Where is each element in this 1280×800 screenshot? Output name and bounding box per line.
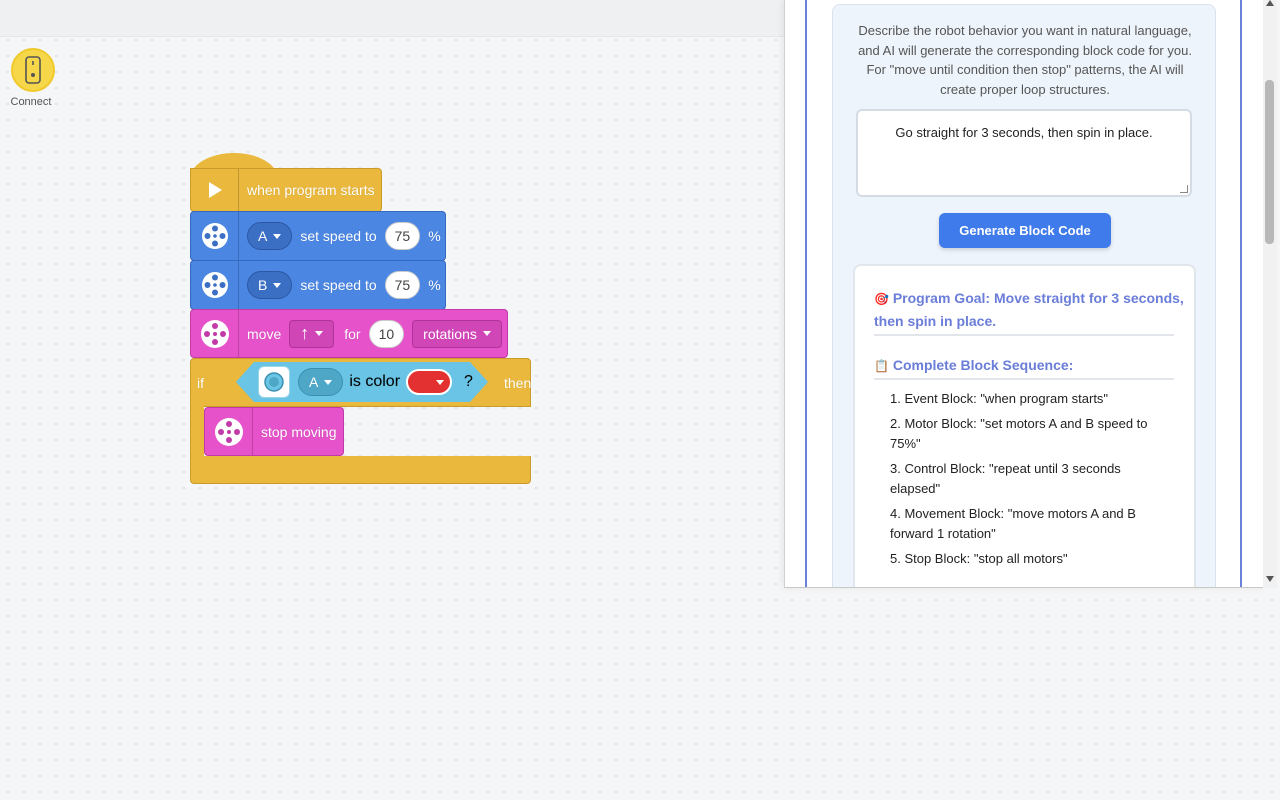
sequence-title: Complete Block Sequence:	[892, 357, 1074, 373]
arrow-up-icon: ↑	[300, 323, 310, 343]
motor-port-dropdown[interactable]: B	[247, 271, 293, 299]
chevron-down-icon	[273, 282, 282, 288]
behavior-prompt-input[interactable]: Go straight for 3 seconds, then spin in …	[856, 109, 1192, 197]
chevron-down-icon	[315, 331, 324, 336]
stop-moving-label: stop moving	[261, 423, 337, 440]
divider	[874, 334, 1174, 336]
chevron-down-icon	[482, 331, 491, 336]
unit-value: rotations	[423, 325, 477, 342]
chevron-down-icon	[273, 233, 282, 239]
scrollbar-thumb[interactable]	[1265, 80, 1274, 244]
motor-speed-block-a[interactable]: A set speed to 75 %	[190, 211, 446, 261]
chevron-down-icon	[324, 380, 332, 385]
list-item: 2. Motor Block: "set motors A and B spee…	[890, 415, 1148, 452]
move-block[interactable]: move ↑ for 10 rotations	[190, 309, 508, 358]
percent-unit: %	[428, 228, 441, 244]
resize-handle-icon[interactable]	[1180, 185, 1188, 193]
list-item: 4. Movement Block: "move motors A and B …	[890, 505, 1136, 542]
if-block-arm	[190, 405, 204, 459]
rotations-input[interactable]: 10	[368, 319, 405, 348]
generated-result: 🎯 Program Goal: Move straight for 3 seco…	[853, 264, 1196, 587]
list-item: 3. Control Block: "repeat until 3 second…	[890, 460, 1121, 497]
scroll-down-icon[interactable]	[1266, 576, 1274, 582]
motor-port-value: B	[258, 277, 268, 293]
is-color-label: is color	[349, 373, 401, 390]
canvas-topbar	[0, 0, 784, 37]
stop-moving-block[interactable]: stop moving	[204, 407, 344, 456]
ai-assistant-panel: Describe the robot behavior you want in …	[784, 0, 1266, 588]
speed-input[interactable]: 75	[384, 271, 421, 299]
program-goal: 🎯 Program Goal: Move straight for 3 seco…	[874, 287, 1184, 332]
motor-icon	[191, 212, 239, 260]
movement-icon	[205, 408, 253, 455]
connect-label: Connect	[10, 96, 52, 108]
speed-input[interactable]: 75	[384, 222, 421, 250]
clipboard-icon: 📋	[874, 359, 889, 373]
color-sensor-icon	[258, 366, 290, 398]
generate-block-code-button[interactable]: Generate Block Code	[939, 213, 1111, 248]
chevron-down-icon	[436, 380, 444, 385]
sequence-heading: 📋 Complete Block Sequence:	[874, 354, 1073, 377]
motor-speed-block-b[interactable]: B set speed to 75 %	[190, 260, 446, 310]
then-label: then	[504, 374, 532, 391]
color-sensor-condition[interactable]: A is color ?	[236, 362, 488, 402]
unit-dropdown[interactable]: rotations	[412, 319, 502, 348]
motor-port-value: A	[258, 228, 268, 244]
motor-icon	[191, 261, 239, 309]
motor-port-dropdown[interactable]: A	[247, 222, 293, 250]
ai-description: Describe the robot behavior you want in …	[858, 23, 1192, 97]
set-speed-label: set speed to	[300, 277, 377, 293]
color-picker-dropdown[interactable]	[406, 369, 452, 395]
hub-device-icon	[11, 48, 55, 92]
if-label: if	[197, 374, 204, 391]
scroll-up-icon[interactable]	[1266, 0, 1274, 6]
list-item: 1. Event Block: "when program starts"	[890, 391, 1109, 406]
divider	[874, 378, 1174, 380]
sensor-port-value: A	[309, 374, 319, 390]
sensor-port-dropdown[interactable]: A	[298, 368, 343, 396]
event-block-when-program-starts[interactable]: when program starts	[190, 168, 382, 212]
block-sequence-list: 1. Event Block: "when program starts" 2.…	[890, 389, 1170, 573]
prompt-text: Go straight for 3 seconds, then spin in …	[895, 125, 1153, 140]
panel-frame: Describe the robot behavior you want in …	[805, 0, 1242, 587]
program-goal-text: Program Goal: Move straight for 3 second…	[874, 290, 1184, 329]
direction-dropdown[interactable]: ↑	[289, 319, 335, 348]
target-icon: 🎯	[874, 292, 889, 306]
percent-unit: %	[428, 277, 441, 293]
play-icon	[191, 169, 239, 211]
list-item: 5. Stop Block: "stop all motors"	[890, 550, 1068, 566]
event-block-label: when program starts	[247, 182, 375, 198]
ai-generator-card: Describe the robot behavior you want in …	[832, 4, 1216, 587]
for-label: for	[344, 325, 361, 342]
move-label: move	[247, 325, 282, 342]
movement-icon	[191, 310, 239, 357]
panel-scrollbar[interactable]	[1263, 0, 1277, 588]
if-block-foot	[190, 456, 531, 484]
set-speed-label: set speed to	[300, 228, 377, 244]
connect-button[interactable]: Connect	[10, 48, 56, 108]
question-mark: ?	[464, 373, 473, 390]
